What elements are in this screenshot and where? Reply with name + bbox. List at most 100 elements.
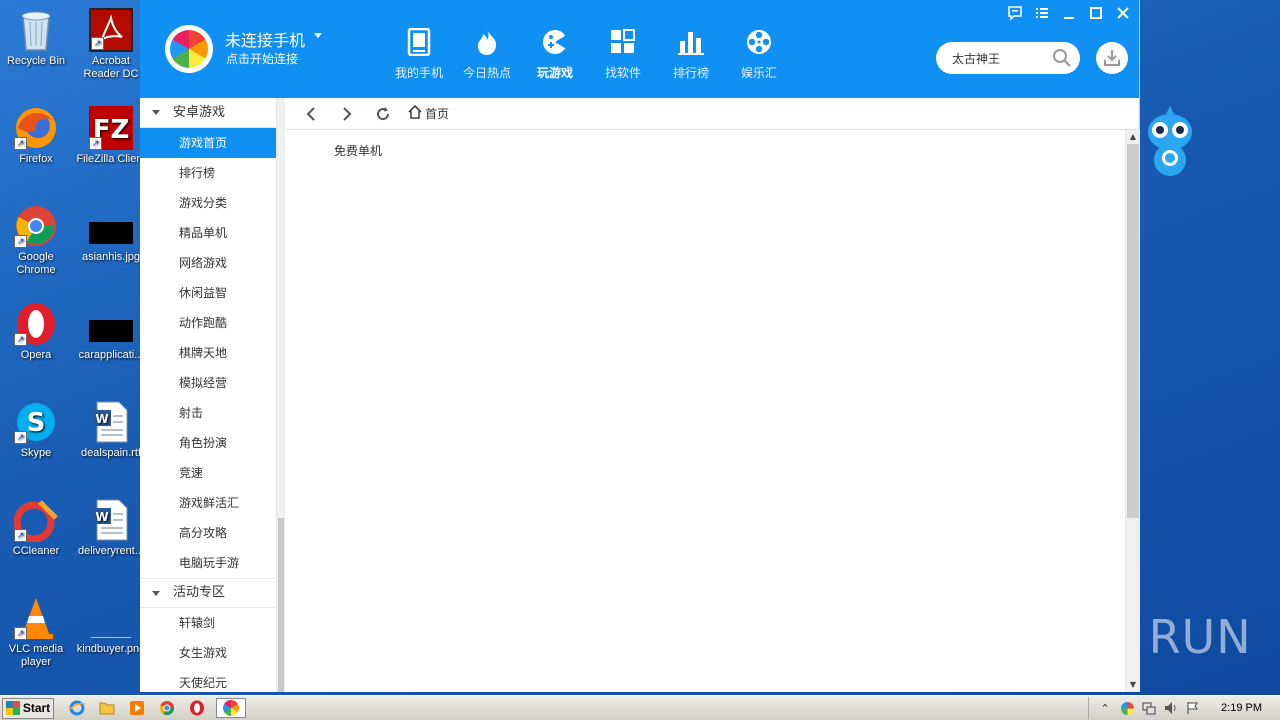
desktop-icon-ccleaner[interactable]: ↗ CCleaner [0, 498, 72, 558]
sidebar-item-games-home[interactable]: 游戏首页 [140, 128, 276, 158]
file-icon [89, 316, 133, 346]
mascot-icon[interactable] [1144, 104, 1196, 180]
sidebar-scrollbar[interactable] [277, 98, 285, 692]
desktop-icon-label: deliveryrent... [77, 545, 145, 557]
sidebar-item-fresh-games[interactable]: 游戏鲜活汇 [140, 488, 276, 518]
chevron-down-icon[interactable] [314, 33, 322, 38]
window-controls [1006, 6, 1131, 23]
refresh-icon[interactable] [372, 103, 394, 125]
desktop-icon-label: kindbuyer.png [76, 643, 146, 655]
maximize-icon[interactable] [1087, 6, 1104, 23]
scroll-up-icon[interactable]: ▲ [1126, 130, 1140, 144]
sidebar-group-events[interactable]: 活动专区 [140, 578, 276, 608]
desktop-icon-label: Google Chrome [16, 251, 56, 276]
back-icon[interactable] [300, 103, 322, 125]
sidebar-item-racing[interactable]: 竞速 [140, 458, 276, 488]
feedback-icon[interactable] [1006, 6, 1023, 23]
clock[interactable]: 2:19 PM [1221, 702, 1262, 714]
opera-taskbar-icon[interactable] [186, 698, 208, 718]
desktop-icon-firefox[interactable]: ↗ Firefox [0, 106, 72, 166]
scroll-thumb[interactable] [1127, 144, 1139, 518]
desktop-icon-acrobat[interactable]: ↗ Acrobat Reader DC [75, 8, 147, 81]
desktop-icon-recycle-bin[interactable]: Recycle Bin [0, 8, 72, 68]
desktop-icon-label: CCleaner [12, 545, 60, 557]
desktop-icon-deliveryrent[interactable]: W deliveryrent... [75, 498, 147, 558]
app-tray-icon[interactable] [1119, 700, 1135, 716]
apps-icon [589, 28, 657, 56]
nav-play-games[interactable]: 玩游戏 [521, 28, 589, 81]
svg-text:W: W [95, 510, 108, 524]
internet-explorer-icon[interactable] [66, 698, 88, 718]
close-icon[interactable] [1114, 6, 1131, 23]
bar-chart-icon [657, 28, 725, 56]
nav-rankings[interactable]: 排行榜 [657, 28, 725, 81]
sidebar-item-categories[interactable]: 游戏分类 [140, 188, 276, 218]
sidebar-item-premium-single[interactable]: 精品单机 [140, 218, 276, 248]
desktop-icon-asianhis[interactable]: asianhis.jpg [75, 218, 147, 264]
sidebar-item-online-games[interactable]: 网络游戏 [140, 248, 276, 278]
nav-my-phone[interactable]: 我的手机 [385, 28, 453, 81]
nav-find-software[interactable]: 找软件 [589, 28, 657, 81]
desktop-icon-label: carapplicati... [78, 349, 144, 361]
sidebar-item-rankings[interactable]: 排行榜 [140, 158, 276, 188]
desktop-icon-dealspain[interactable]: W dealspain.rtf [75, 400, 147, 460]
download-button[interactable] [1096, 42, 1128, 74]
action-center-flag-icon[interactable] [1185, 700, 1201, 716]
opera-icon: ↗ [14, 302, 58, 346]
forward-icon[interactable] [336, 103, 358, 125]
app-taskbar-button[interactable] [216, 698, 246, 718]
menu-icon[interactable] [1033, 6, 1050, 23]
desktop-icon-carapplication[interactable]: carapplicati... [75, 316, 147, 362]
desktop-icon-chrome[interactable]: ↗ Google Chrome [0, 204, 72, 277]
show-hidden-icons-icon[interactable]: ⌃ [1097, 700, 1113, 716]
chrome-taskbar-icon[interactable] [156, 698, 178, 718]
app-header: 未连接手机 点击开始连接 我的手机 今日热点 玩游戏 找软件 排行榜 娱乐汇 太… [140, 0, 1139, 98]
shortcut-arrow-icon: ↗ [91, 37, 104, 50]
search-input[interactable] [952, 51, 1048, 65]
search-box [936, 42, 1080, 74]
nav-label: 排行榜 [672, 66, 709, 80]
scroll-down-icon[interactable]: ▼ [1126, 678, 1140, 692]
app-logo[interactable] [165, 25, 213, 73]
nav-entertainment[interactable]: 娱乐汇 [725, 28, 793, 81]
sidebar-item-rpg[interactable]: 角色扮演 [140, 428, 276, 458]
network-icon[interactable] [1141, 700, 1157, 716]
connection-subtitle[interactable]: 点击开始连接 [226, 50, 298, 67]
desktop-icon-skype[interactable]: S ↗ Skype [0, 400, 72, 460]
sidebar-item-girls-games[interactable]: 女生游戏 [140, 638, 276, 668]
sidebar-item-action-parkour[interactable]: 动作跑酷 [140, 308, 276, 338]
connection-title[interactable]: 未连接手机 [225, 27, 305, 51]
svg-text:W: W [95, 412, 108, 426]
sidebar-item-strategy-guides[interactable]: 高分攻略 [140, 518, 276, 548]
search-icon[interactable] [1052, 48, 1072, 71]
desktop-icon-kindbuyer[interactable]: kindbuyer.png [75, 596, 147, 656]
film-reel-icon [725, 28, 793, 56]
media-player-icon[interactable] [126, 698, 148, 718]
desktop-icon-label: Skype [20, 447, 52, 459]
sidebar-item-xuanyuan-sword[interactable]: 轩辕剑 [140, 608, 276, 638]
minimize-icon[interactable] [1060, 6, 1077, 23]
nav-hot-today[interactable]: 今日热点 [453, 28, 521, 81]
desktop-icon-label: dealspain.rtf [81, 447, 141, 459]
sidebar-group-android-games[interactable]: 安卓游戏 [140, 98, 276, 128]
home-icon[interactable] [408, 104, 422, 122]
sidebar-item-pc-mobile-games[interactable]: 电脑玩手游 [140, 548, 276, 578]
sidebar-item-casual-puzzle[interactable]: 休闲益智 [140, 278, 276, 308]
sidebar-item-board-card[interactable]: 棋牌天地 [140, 338, 276, 368]
desktop-icon-opera[interactable]: ↗ Opera [0, 302, 72, 362]
recycle-bin-icon [14, 8, 58, 52]
windows-logo-icon [5, 701, 20, 715]
desktop-icon-filezilla[interactable]: FZ ↗ FileZilla Client [75, 106, 147, 166]
volume-icon[interactable] [1163, 700, 1179, 716]
breadcrumb-home[interactable]: 首页 [425, 105, 449, 122]
sidebar-item-simulation[interactable]: 模拟经营 [140, 368, 276, 398]
start-button[interactable]: Start [2, 697, 54, 719]
sidebar-item-angel-era[interactable]: 天使纪元 [140, 668, 276, 692]
nav-label: 找软件 [604, 66, 641, 80]
section-title-free-single[interactable]: 免费单机 [334, 142, 382, 159]
desktop-icon-vlc[interactable]: ↗ VLC media player [0, 596, 72, 669]
skype-icon: S ↗ [14, 400, 58, 444]
explorer-folder-icon[interactable] [96, 698, 118, 718]
content-scrollbar[interactable]: ▲ ▼ [1125, 130, 1140, 692]
sidebar-item-shooting[interactable]: 射击 [140, 398, 276, 428]
